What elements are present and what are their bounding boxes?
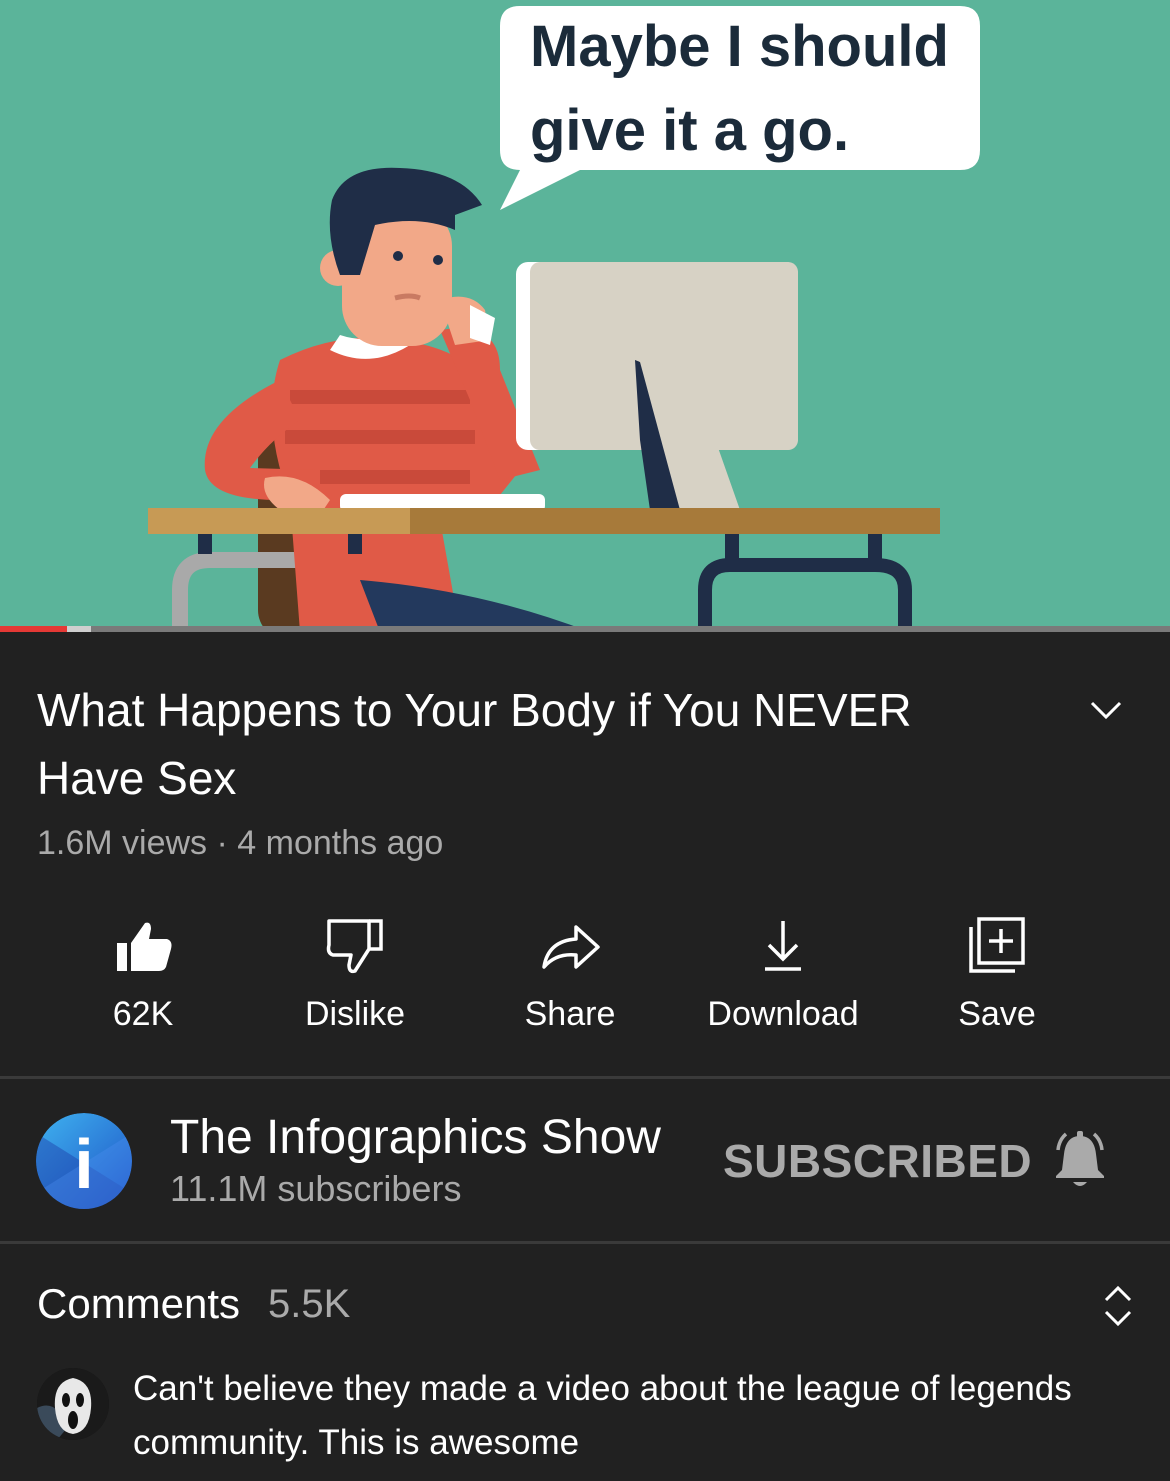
like-button[interactable]: 62K — [53, 900, 233, 1050]
subscribed-button[interactable]: SUBSCRIBED — [723, 1134, 1032, 1188]
video-title-block[interactable]: What Happens to Your Body if You NEVER H… — [37, 676, 997, 812]
speech-line-1: Maybe I should — [530, 14, 949, 79]
thumbs-up-icon — [117, 922, 172, 971]
save-label: Save — [958, 995, 1036, 1033]
share-label: Share — [524, 995, 616, 1033]
dislike-label: Dislike — [304, 995, 406, 1033]
video-title: What Happens to Your Body if You NEVER H… — [37, 684, 912, 804]
channel-name[interactable]: The Infographics Show — [170, 1110, 661, 1165]
comments-header[interactable]: Comments — [37, 1280, 240, 1328]
progress-played — [0, 626, 67, 632]
progress-bar[interactable] — [0, 626, 1170, 632]
share-arrow-icon — [542, 925, 600, 969]
thumbnail-illustration: Maybe I should give it a go. — [148, 6, 980, 632]
channel-avatar[interactable]: i — [36, 1113, 132, 1209]
thumbs-down-icon — [326, 919, 383, 974]
video-player[interactable]: Maybe I should give it a go. — [0, 0, 1170, 632]
like-count: 62K — [112, 995, 174, 1033]
view-count: 1.6M views — [37, 824, 208, 862]
svg-text:i: i — [74, 1125, 93, 1203]
save-button[interactable]: Save — [907, 900, 1087, 1050]
video-meta: 1.6M views · 4 months ago — [37, 824, 443, 863]
add-to-playlist-icon — [969, 917, 1025, 973]
chevron-down-icon[interactable] — [1086, 690, 1126, 730]
ghostface-avatar-icon — [37, 1368, 109, 1440]
divider — [0, 1241, 1170, 1244]
meta-separator: · — [216, 824, 228, 862]
download-label: Download — [707, 995, 859, 1033]
comments-count: 5.5K — [268, 1282, 351, 1326]
download-icon — [765, 921, 801, 971]
share-button[interactable]: Share — [480, 900, 660, 1050]
divider — [0, 1076, 1170, 1079]
dislike-button[interactable]: Dislike — [265, 900, 445, 1050]
speech-line-2: give it a go. — [530, 98, 849, 163]
subscriber-count: 11.1M subscribers — [170, 1168, 462, 1209]
action-bar: 62K Dislike Share Download Save — [0, 900, 1170, 1060]
infographics-logo-icon: i — [36, 1113, 132, 1209]
desk-leg — [698, 558, 912, 632]
notification-bell-icon[interactable] — [1048, 1128, 1112, 1192]
upload-age: 4 months ago — [237, 824, 444, 862]
commenter-avatar[interactable] — [37, 1368, 109, 1440]
legs — [360, 580, 590, 632]
download-button[interactable]: Download — [693, 900, 873, 1050]
expand-collapse-icon[interactable] — [1098, 1282, 1138, 1330]
comment-text: Can't believe they made a video about th… — [133, 1369, 1072, 1462]
